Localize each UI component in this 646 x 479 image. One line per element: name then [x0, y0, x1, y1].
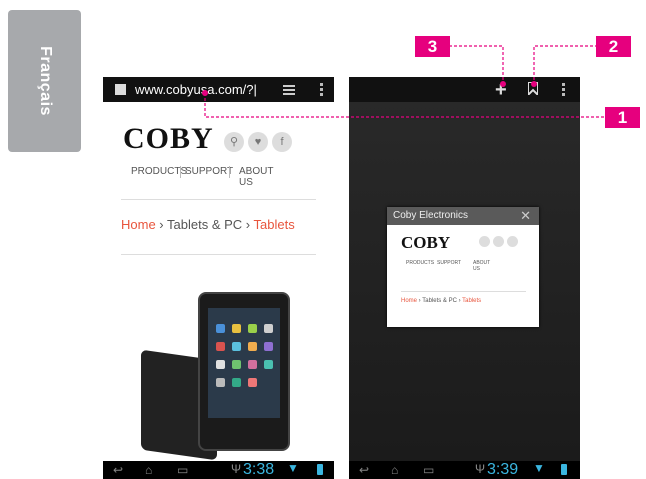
- callout-badge-1: 1: [605, 107, 640, 128]
- callout-leader-lines: [202, 45, 605, 118]
- callout-badge-3: 3: [415, 36, 450, 57]
- callout-badge-2: 2: [596, 36, 631, 57]
